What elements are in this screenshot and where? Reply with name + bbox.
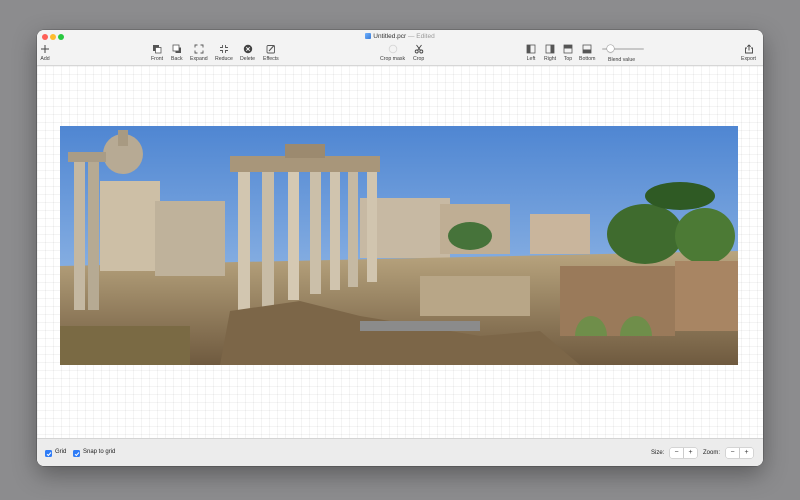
scissors-icon — [414, 43, 424, 54]
right-label: Right — [544, 56, 557, 62]
window-title: Untitled.pcr — Edited — [37, 33, 763, 40]
send-back-icon — [172, 43, 182, 54]
roman-forum-photo[interactable] — [60, 126, 738, 365]
align-top-icon — [563, 43, 573, 54]
front-label: Front — [151, 56, 164, 62]
canvas[interactable] — [37, 66, 763, 438]
align-bottom-button[interactable]: Bottom — [579, 43, 595, 62]
delete-button[interactable]: Delete — [240, 43, 255, 62]
size-increase-button[interactable]: + — [684, 448, 697, 458]
expand-button[interactable]: Expand — [190, 43, 208, 62]
plus-icon — [40, 43, 50, 54]
expand-icon — [194, 43, 204, 54]
bottom-label: Bottom — [579, 56, 596, 62]
crop-mask-icon — [388, 43, 398, 54]
align-left-icon — [526, 43, 536, 54]
snap-to-grid-label: Snap to grid — [83, 449, 116, 455]
export-button[interactable]: Export — [741, 43, 756, 62]
reduce-icon — [219, 43, 229, 54]
status-bar: Grid Snap to grid Size: − + Zoom: − + — [37, 438, 763, 466]
align-right-button[interactable]: Right — [544, 43, 556, 62]
size-decrease-button[interactable]: − — [670, 448, 684, 458]
align-left-button[interactable]: Left — [526, 43, 536, 62]
bring-front-icon — [152, 43, 162, 54]
document-name: Untitled.pcr — [373, 33, 407, 40]
crop-mask-button[interactable]: Crop mask — [380, 43, 405, 62]
document-icon — [365, 33, 372, 39]
align-right-icon — [545, 43, 555, 54]
left-label: Left — [526, 56, 536, 62]
grid-label: Grid — [55, 449, 67, 455]
blend-slider-knob[interactable] — [607, 45, 614, 52]
delete-icon — [243, 43, 253, 54]
export-label: Export — [741, 56, 756, 62]
size-stepper[interactable]: − + — [670, 448, 697, 458]
bring-to-front-button[interactable]: Front — [151, 43, 163, 62]
blend-value-slider[interactable] — [602, 45, 644, 52]
effects-label: Effects — [263, 56, 279, 62]
size-label: Size: — [651, 450, 665, 456]
crop-label: Crop — [413, 56, 425, 62]
add-label: Add — [40, 56, 50, 62]
share-icon — [744, 43, 754, 54]
align-top-button[interactable]: Top — [563, 43, 573, 62]
effects-button[interactable]: Effects — [263, 43, 279, 62]
top-label: Top — [563, 56, 573, 62]
grid-checkbox[interactable] — [45, 450, 52, 457]
send-to-back-button[interactable]: Back — [171, 43, 183, 62]
crop-mask-label: Crop mask — [380, 56, 406, 62]
zoom-out-button[interactable]: − — [726, 448, 740, 458]
effects-icon — [266, 43, 276, 54]
reduce-label: Reduce — [215, 56, 233, 62]
app-window: Untitled.pcr — Edited Add Front Back Exp… — [37, 30, 763, 466]
panorama-image — [60, 126, 738, 365]
zoom-in-button[interactable]: + — [740, 448, 753, 458]
delete-label: Delete — [240, 56, 255, 62]
blend-value-label: Blend value — [608, 57, 636, 63]
crop-button[interactable]: Crop — [413, 43, 424, 62]
expand-label: Expand — [190, 56, 208, 62]
reduce-button[interactable]: Reduce — [215, 43, 233, 62]
add-button[interactable]: Add — [40, 43, 50, 62]
toolbar: Untitled.pcr — Edited Add Front Back Exp… — [37, 30, 763, 66]
edited-status: Edited — [416, 33, 435, 40]
checkmark-icon — [74, 451, 79, 456]
back-label: Back — [171, 56, 183, 62]
align-bottom-icon — [582, 43, 592, 54]
checkmark-icon — [46, 451, 51, 456]
snap-to-grid-checkbox[interactable] — [73, 450, 80, 457]
zoom-label: Zoom: — [703, 450, 721, 456]
zoom-stepper[interactable]: − + — [726, 448, 753, 458]
